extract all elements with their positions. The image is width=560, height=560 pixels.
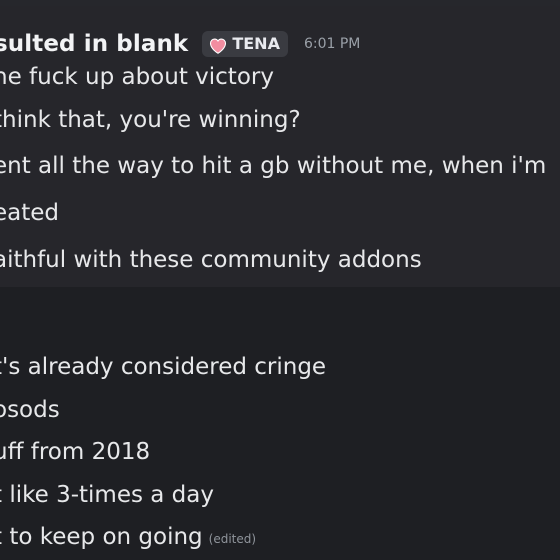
message-line: osods (0, 397, 60, 423)
message-line: think that, you're winning? (0, 107, 301, 133)
chat-view: sulted in blank TENA 6:01 PM he fuck up … (0, 0, 560, 560)
heart-icon (209, 36, 227, 54)
message-line: eated (0, 200, 60, 226)
message-timestamp: 6:01 PM (303, 36, 361, 52)
message-line: t's already considered cringe (0, 354, 327, 380)
role-tag: TENA (202, 31, 288, 57)
message-line: aithful with these community addons (0, 247, 422, 273)
message-line: t like 3-times a day (0, 482, 214, 508)
message-line-last: t to keep on going (edited) (0, 521, 256, 555)
message-header: sulted in blank TENA 6:01 PM (0, 28, 360, 60)
message-author[interactable]: sulted in blank (0, 31, 188, 57)
message-line: ent all the way to hit a gb without me, … (0, 153, 547, 179)
message-line-text: t to keep on going (0, 524, 203, 550)
edited-label: (edited) (208, 532, 257, 546)
role-tag-label: TENA (232, 34, 280, 53)
message-line: uff from 2018 (0, 439, 151, 465)
message-group-2: t's already considered cringe osods uff … (0, 287, 560, 560)
message-line: he fuck up about victory (0, 64, 274, 90)
message-group-1: sulted in blank TENA 6:01 PM he fuck up … (0, 6, 560, 287)
